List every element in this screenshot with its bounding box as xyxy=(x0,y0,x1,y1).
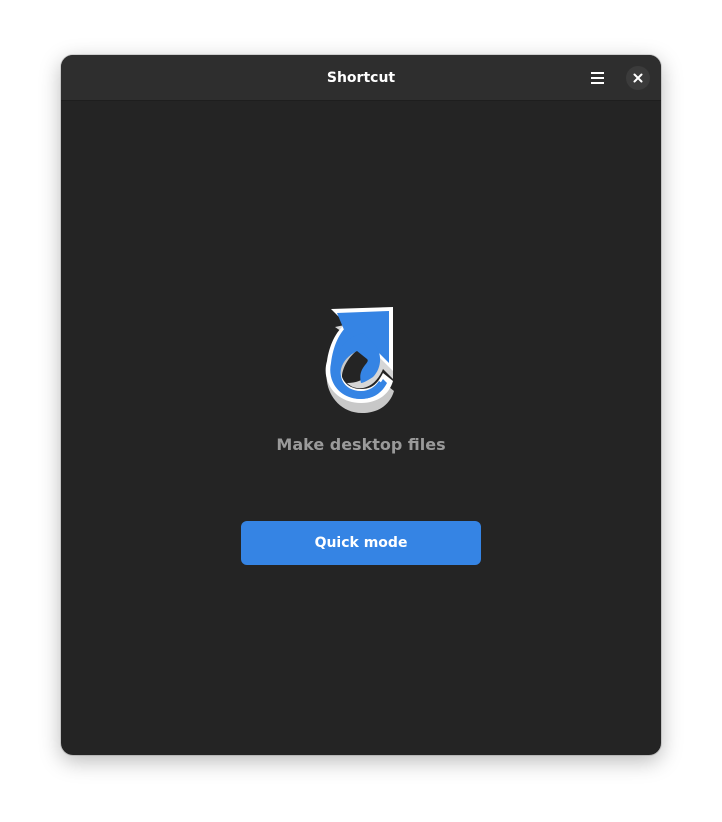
app-window: Shortcut Make desktop files Quick mode xyxy=(61,55,661,755)
main-content: Make desktop files Quick mode xyxy=(61,101,661,755)
app-subtitle: Make desktop files xyxy=(276,435,446,454)
close-icon xyxy=(633,73,643,83)
main-menu-button[interactable] xyxy=(581,64,615,92)
shortcut-arrow-icon xyxy=(325,307,394,413)
close-button[interactable] xyxy=(626,66,650,90)
header-bar: Shortcut xyxy=(61,55,661,101)
hamburger-menu-icon xyxy=(591,72,604,84)
quick-mode-button[interactable]: Quick mode xyxy=(241,521,481,565)
window-title: Shortcut xyxy=(326,70,396,86)
